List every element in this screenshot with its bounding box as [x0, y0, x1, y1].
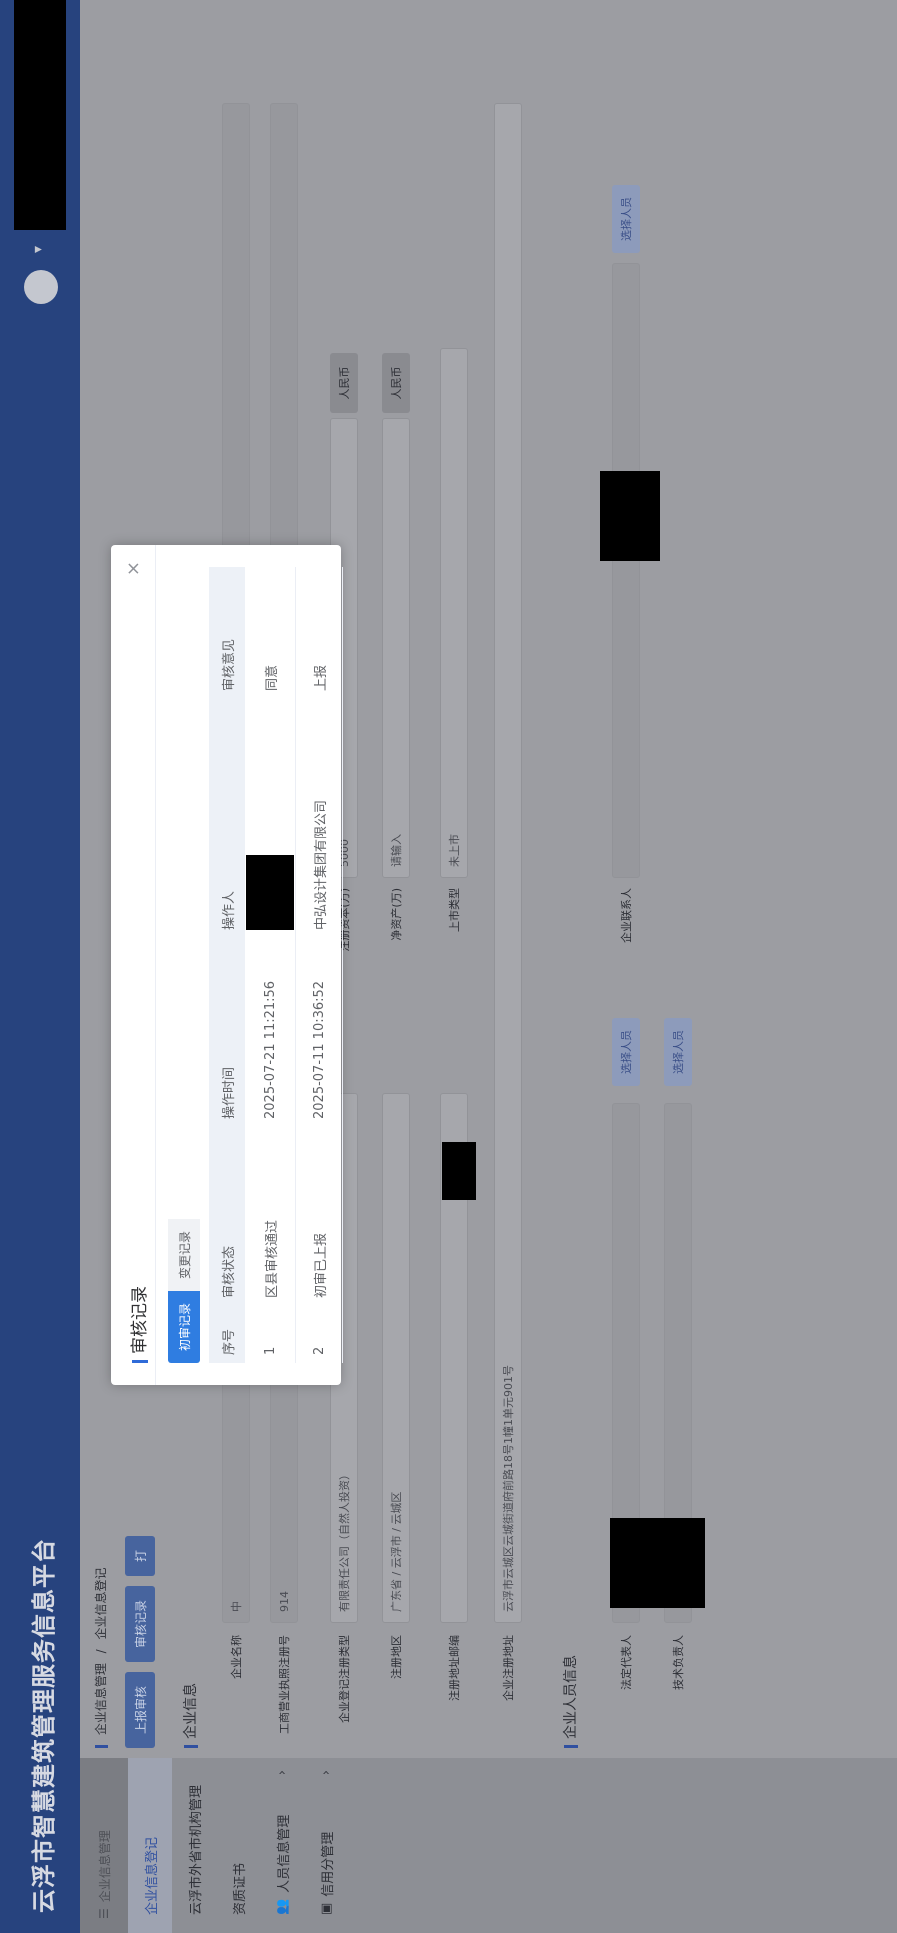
col-header: 审核状态 — [209, 1127, 245, 1306]
redacted-block — [442, 1142, 476, 1200]
cell-comment: 同意 — [245, 567, 296, 699]
breadcrumb: 企业信息管理 / 企业信息登记 — [92, 1567, 109, 1748]
cell-comment: 上报 — [295, 567, 343, 699]
net-assets-field[interactable]: 请输入 — [382, 418, 410, 878]
reg-area-select[interactable]: 广东省 / 云浮市 / 云城区 — [382, 1093, 410, 1623]
listing-type-select[interactable]: 未上市 — [440, 348, 468, 878]
chevron-right-icon: › — [318, 1770, 334, 1776]
user-avatar-icon[interactable] — [24, 270, 58, 304]
personnel-section-title: 企业人员信息 — [560, 1655, 580, 1748]
breadcrumb-item: 企业信息登记 — [94, 1567, 108, 1640]
address-field[interactable]: 云浮市云城区云城街道府前路18号1幢1单元901号 — [494, 103, 522, 1623]
cell-status: 初审已上报 — [295, 1127, 343, 1306]
net-assets-unit[interactable]: 人民币 — [382, 353, 410, 413]
table-row: 1 区县审核通过 2025-07-21 11:21:56 同意 — [245, 567, 296, 1363]
app-title: 云浮市智慧建筑管理服务信息平台 — [30, 1538, 58, 1913]
sidebar-item-personnel[interactable]: 👥 人员信息管理 › — [260, 1758, 304, 1933]
cell-time: 2025-07-21 11:21:56 — [245, 938, 296, 1127]
sidebar-header[interactable]: ☰ 企业信息管理 — [80, 1758, 128, 1933]
net-assets-label: 净资产(万) — [390, 888, 403, 941]
sidebar: ☰ 企业信息管理 企业信息登记 云浮市外省市机构管理 资质证书 👥 人员信息管理… — [80, 1758, 897, 1933]
review-records-button[interactable]: 审核记录 — [125, 1585, 155, 1662]
contact-field[interactable] — [612, 263, 640, 878]
dialog-title: 审核记录 — [125, 1286, 150, 1363]
sidebar-item-label: 资质证书 — [232, 1862, 248, 1915]
top-bar: 云浮市智慧建筑管理服务信息平台 ▾ — [0, 0, 80, 1933]
table-row: 2 初审已上报 2025-07-11 10:36:52 中弘设计集团有限公司 上… — [295, 567, 343, 1363]
redacted-username — [14, 0, 66, 230]
col-header: 操作人 — [209, 699, 245, 938]
dialog-tabs: 初审记录 变更记录 — [168, 1218, 200, 1363]
cell-operator: 中弘设计集团有限公司 — [295, 699, 343, 938]
reg-type-label: 企业登记注册类型 — [338, 1635, 351, 1723]
table-header-row: 序号 审核状态 操作时间 操作人 审核意见 — [209, 567, 245, 1363]
menu-icon: ☰ — [97, 1908, 111, 1919]
cell-no: 2 — [295, 1306, 343, 1363]
credit-code-label: 工商营业执照注册号 — [278, 1635, 291, 1734]
sidebar-item-label: 信用分管理 — [320, 1831, 336, 1897]
listing-type-label: 上市类型 — [448, 888, 461, 932]
sidebar-item-out-of-province[interactable]: 云浮市外省市机构管理 — [172, 1758, 216, 1933]
tab-change-records[interactable]: 变更记录 — [168, 1218, 200, 1291]
select-legal-rep-button[interactable]: 选择人员 — [612, 1018, 640, 1086]
sidebar-header-label: 企业信息管理 — [97, 1830, 112, 1903]
postal-code-label: 注册地址邮编 — [448, 1635, 461, 1701]
legal-rep-label: 法定代表人 — [620, 1635, 633, 1690]
company-name-label: 企业名称 — [230, 1635, 243, 1679]
redacted-block — [610, 1518, 705, 1608]
tab-initial-review[interactable]: 初审记录 — [168, 1290, 200, 1363]
cell-time: 2025-07-11 10:36:52 — [295, 938, 343, 1127]
tech-lead-label: 技术负责人 — [672, 1635, 685, 1690]
redacted-block — [600, 471, 660, 561]
submit-review-button[interactable]: 上报审核 — [125, 1671, 155, 1748]
redacted-operator — [246, 855, 294, 930]
select-tech-lead-button[interactable]: 选择人员 — [664, 1018, 692, 1086]
records-table: 序号 审核状态 操作时间 操作人 审核意见 1 区县审核通过 2025-07-2… — [209, 567, 343, 1363]
users-icon: 👥 — [274, 1898, 290, 1915]
toolbar: 上报审核 审核记录 打 — [125, 1535, 155, 1748]
cell-no: 1 — [245, 1306, 296, 1363]
address-label: 企业注册地址 — [502, 1635, 515, 1701]
breadcrumb-item[interactable]: 企业信息管理 — [94, 1663, 108, 1735]
reg-capital-unit[interactable]: 人民币 — [330, 353, 358, 413]
credit-icon: ▣ — [318, 1902, 334, 1915]
sidebar-item-company-registration[interactable]: 企业信息登记 — [128, 1758, 172, 1933]
col-header: 序号 — [209, 1306, 245, 1363]
cell-operator — [245, 699, 296, 938]
chevron-right-icon: › — [274, 1770, 290, 1776]
sidebar-item-label: 企业信息登记 — [144, 1836, 160, 1915]
sidebar-item-credit[interactable]: ▣ 信用分管理 › — [304, 1758, 348, 1933]
company-section-title: 企业信息 — [180, 1683, 200, 1748]
chevron-down-icon[interactable]: ▾ — [30, 246, 46, 253]
close-icon[interactable]: × — [123, 561, 144, 576]
col-header: 操作时间 — [209, 938, 245, 1127]
contact-label: 企业联系人 — [620, 888, 633, 943]
select-contact-button[interactable]: 选择人员 — [612, 185, 640, 253]
sidebar-item-label: 人员信息管理 — [276, 1814, 292, 1893]
reg-area-label: 注册地区 — [390, 1635, 403, 1679]
review-records-dialog: 审核记录 × 初审记录 变更记录 序号 审核状态 操作时间 操作人 审核意见 1 — [111, 545, 343, 1385]
print-button[interactable]: 打 — [125, 1535, 155, 1576]
sidebar-item-certificates[interactable]: 资质证书 — [216, 1758, 260, 1933]
col-header: 审核意见 — [209, 567, 245, 699]
sidebar-item-label: 云浮市外省市机构管理 — [188, 1784, 204, 1915]
cell-status: 区县审核通过 — [245, 1127, 296, 1306]
